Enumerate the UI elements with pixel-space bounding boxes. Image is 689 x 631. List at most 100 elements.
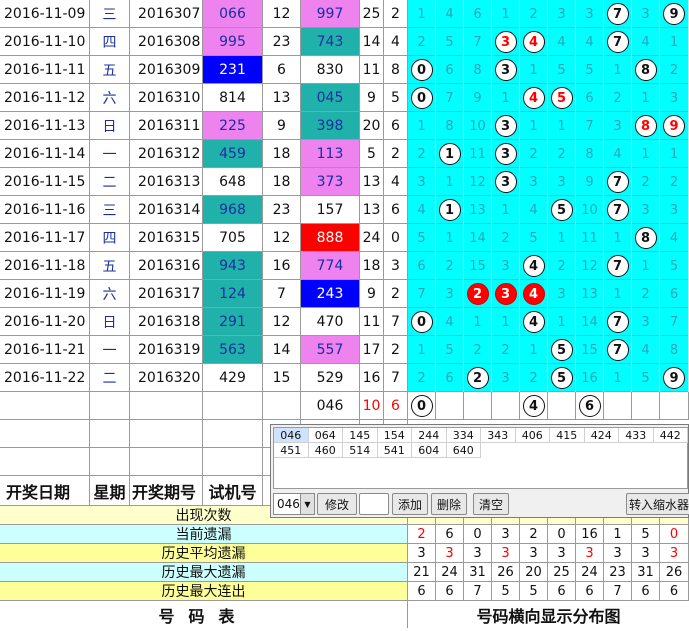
weekday: 日 [90, 308, 130, 336]
digit-cell-3: 3 [492, 364, 520, 392]
combo-list[interactable]: 046 064 145 154 244 334 343 406 415 424 433 442 451 4… [273, 427, 688, 489]
omission-count: 2 [529, 6, 538, 22]
combo-item[interactable]: 415 [550, 428, 585, 443]
combo-item[interactable]: 460 [308, 443, 343, 458]
stat-label: 当前遗漏 [0, 525, 408, 544]
combo-item[interactable]: 145 [343, 428, 378, 443]
combo-item[interactable]: 343 [481, 428, 516, 443]
empty-cell [203, 448, 263, 476]
combo-item[interactable]: 064 [308, 428, 343, 443]
digit-cell-1: 1 [436, 224, 464, 252]
omission-count: 10 [581, 202, 598, 218]
delete-button[interactable]: 删除 [431, 493, 467, 515]
empty-cell [0, 392, 90, 420]
draw-sum: 13 [360, 168, 384, 196]
combo-panel: 046 064 145 154 244 334 343 406 415 424 433 442 451 4… [270, 424, 689, 518]
omission-count: 5 [417, 230, 426, 246]
combo-item[interactable]: 154 [377, 428, 412, 443]
combo-select-value: 046 [277, 497, 300, 511]
modify-button[interactable]: 修改 [317, 493, 357, 515]
table-row: 2016-11-09 三 2016307 066 12 997 25 2 1 4 6 1 2 3 3 7 3 9 [0, 0, 689, 28]
digit-cell-7: 7 [604, 196, 632, 224]
combo-item[interactable]: 406 [515, 428, 550, 443]
digit-cell-9: 4 [660, 224, 689, 252]
issue-number: 2016312 [130, 140, 203, 168]
digit-cell-6: 12 [576, 252, 604, 280]
draw-number: 373 [301, 168, 360, 196]
stat-values: 3333333333 [408, 544, 689, 563]
omission-count: 6 [445, 62, 454, 78]
draw-number: 888 [301, 224, 360, 252]
draw-span: 0 [384, 224, 408, 252]
add-button[interactable]: 添加 [392, 493, 428, 515]
digit-cell-2: 13 [464, 196, 492, 224]
combo-item[interactable]: 541 [377, 443, 412, 458]
drawn-digit-ball: 9 [663, 115, 685, 137]
transfer-button[interactable]: 转入缩水器 [626, 493, 689, 515]
draw-number: 045 [301, 84, 360, 112]
stat-value: 23 [604, 563, 632, 582]
digit-cell-6: 6 [576, 84, 604, 112]
combo-select[interactable]: 046 ▼ [273, 493, 315, 515]
table-row: 2016-11-14 一 2016312 459 18 113 5 2 2 1 11 3 2 2 8 4 1 1 [0, 140, 689, 168]
combo-item[interactable]: 334 [446, 428, 481, 443]
trial-sum: 14 [263, 336, 301, 364]
drawn-digit-ball: 8 [634, 115, 657, 137]
stat-row: 历史最大遗漏 21 24 31 26 20 25 24 23 31 26 [0, 563, 689, 582]
forecast-draw: 046 [301, 392, 360, 420]
stat-value: 2 [408, 525, 436, 544]
draw-span: 2 [384, 0, 408, 28]
drawn-digit-ball: 0 [410, 59, 433, 81]
combo-item[interactable]: 604 [412, 443, 447, 458]
empty-cell [90, 420, 130, 448]
drawn-digit-ball: 7 [606, 199, 629, 221]
trial-number: 943 [203, 252, 263, 280]
combo-input[interactable] [359, 493, 389, 515]
issue-number: 2016313 [130, 168, 203, 196]
digit-cell-6: 16 [576, 364, 604, 392]
distribution-cells: 1461233739 [408, 0, 689, 28]
digit-cell-5: 2 [548, 252, 576, 280]
clear-button[interactable]: 清空 [473, 493, 509, 515]
combo-item[interactable]: 451 [274, 443, 309, 458]
combo-item[interactable]: 442 [653, 428, 688, 443]
combo-item[interactable]: 514 [343, 443, 378, 458]
omission-count: 3 [501, 258, 510, 274]
trial-sum: 9 [263, 112, 301, 140]
combo-item[interactable]: 433 [619, 428, 654, 443]
digit-cell-6: 5 [576, 56, 604, 84]
trial-number: 968 [203, 196, 263, 224]
stat-value: 3 [576, 544, 604, 563]
trial-sum: 12 [263, 224, 301, 252]
combo-item[interactable]: 046 [274, 428, 309, 443]
digit-cell-0: 5 [408, 224, 436, 252]
digit-cell-3: 3 [492, 280, 520, 308]
draw-span: 4 [384, 168, 408, 196]
omission-count: 4 [669, 230, 679, 246]
trial-number: 231 [203, 56, 263, 84]
combo-item[interactable]: 244 [412, 428, 447, 443]
stat-value: 3 [492, 544, 520, 563]
stat-value: 3 [492, 525, 520, 544]
chevron-down-icon[interactable]: ▼ [300, 494, 314, 514]
distribution-cells: 0 4 1 1 4 1 14 7 3 7 [408, 308, 689, 336]
issue-number: 2016315 [130, 224, 203, 252]
omission-count: 1 [613, 286, 622, 302]
issue-number: 2016309 [130, 56, 203, 84]
combo-item[interactable]: 640 [446, 443, 481, 458]
stat-value: 20 [520, 563, 548, 582]
table-row: 2016-11-16 三 2016314 968 23 157 13 6 4 1 13 1 4 5 10 7 3… [0, 196, 689, 224]
distribution-cells: 2 1 11 3 2 2 8 4 1 1 [408, 140, 689, 168]
table-row: 2016-11-11 五 2016309 231 6 830 11 8 0 6 8 3 1 5 5 1 8 2 [0, 56, 689, 84]
digit-cell-4: 1 [520, 56, 548, 84]
combo-item[interactable]: 424 [584, 428, 619, 443]
drawn-digit-ball: 4 [522, 283, 545, 305]
digit-cell-2: 1 [464, 308, 492, 336]
trial-number: 066 [203, 0, 263, 28]
digit-cell-7: 7 [604, 28, 632, 56]
stat-value: 31 [632, 563, 660, 582]
omission-count: 3 [557, 286, 566, 302]
stat-values: 2 6 0 3 2 0 16 1 5 0 [408, 525, 689, 544]
drawn-digit-ball: 4 [522, 87, 545, 109]
digit-cell-7: 7 [604, 168, 632, 196]
